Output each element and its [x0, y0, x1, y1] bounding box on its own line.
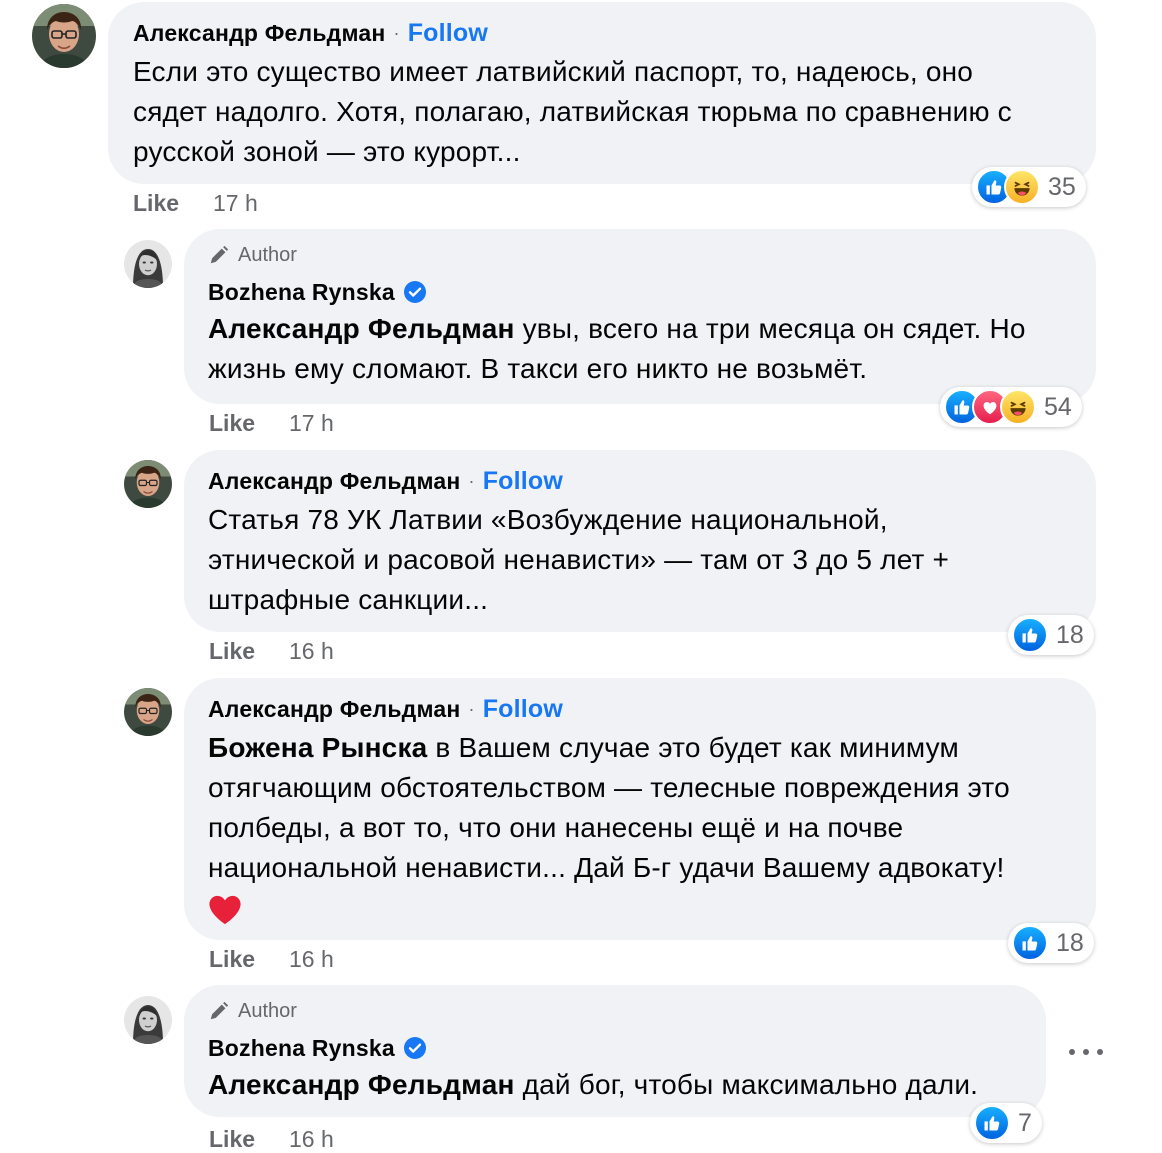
like-button[interactable]: Like: [209, 410, 289, 437]
heart-emoji: [209, 895, 241, 925]
timestamp[interactable]: 16 h: [289, 946, 334, 973]
comment-bubble: Александр Фельдман · Follow Божена Рынск…: [184, 678, 1096, 940]
user-photo-icon: [124, 240, 172, 288]
follow-button[interactable]: Follow: [483, 467, 563, 496]
comment-actions: Like 16 h: [209, 1126, 334, 1153]
comment-text: Александр Фельдман увы, всего на три мес…: [208, 309, 1096, 389]
comment-header: Александр Фельдман · Follow: [208, 464, 1096, 498]
user-photo-icon: [124, 688, 172, 736]
comment-line: Статья 78 УК Латвии «Возбуждение национа…: [208, 504, 888, 535]
timestamp[interactable]: 16 h: [289, 1126, 334, 1153]
comment-text-part: дай бог, чтобы максимально дали.: [514, 1069, 979, 1100]
user-photo-icon: [32, 4, 96, 68]
like-button[interactable]: Like: [209, 638, 289, 665]
comment-actions: Like 17 h: [133, 190, 258, 217]
comment-header: Bozhena Rynska: [208, 1031, 1046, 1065]
like-icon: [974, 1105, 1010, 1141]
comment-text: Александр Фельдман дай бог, чтобы максим…: [208, 1065, 1046, 1105]
comment-actions: Like 17 h: [209, 410, 334, 437]
reaction-count: 18: [1056, 620, 1084, 649]
commenter-name[interactable]: Bozhena Rynska: [208, 279, 395, 306]
separator-dot: ·: [393, 22, 400, 43]
pen-icon: [208, 1000, 230, 1022]
mention-link[interactable]: Александр Фельдман: [208, 1069, 515, 1100]
user-photo-icon: [124, 996, 172, 1044]
comment-line: штрафные санкции...: [208, 584, 489, 615]
timestamp[interactable]: 17 h: [289, 410, 334, 437]
like-button[interactable]: Like: [209, 1126, 289, 1153]
reaction-count: 35: [1048, 172, 1076, 201]
comment-line: полбеды, а вот то, что они нанесены ещё …: [208, 812, 904, 843]
reactions-summary[interactable]: 54: [940, 387, 1082, 427]
commenter-name[interactable]: Bozhena Rynska: [208, 1035, 395, 1062]
pen-icon: [208, 244, 230, 266]
reactions-summary[interactable]: 35: [972, 167, 1086, 207]
avatar[interactable]: [32, 4, 96, 68]
mention-link[interactable]: Божена Рынска: [208, 732, 427, 763]
comment-actions: Like 16 h: [209, 946, 334, 973]
timestamp[interactable]: 16 h: [289, 638, 334, 665]
reactions-summary[interactable]: 18: [1008, 615, 1094, 655]
like-icon: [1012, 617, 1048, 653]
reaction-count: 18: [1056, 928, 1084, 957]
avatar[interactable]: [124, 996, 172, 1044]
verified-badge-icon: [403, 1036, 427, 1060]
comment-line: Александр Фельдман дай бог, чтобы максим…: [208, 1065, 1046, 1105]
separator-dot: ·: [468, 698, 475, 719]
comment-header: Александр Фельдман · Follow: [133, 16, 1096, 50]
comment-text: Статья 78 УК Латвии «Возбуждение национа…: [208, 500, 1096, 620]
reactions-summary[interactable]: 7: [970, 1103, 1042, 1143]
reaction-count: 54: [1044, 392, 1072, 421]
comment-line: Если это существо имеет латвийский паспо…: [133, 56, 974, 87]
follow-button[interactable]: Follow: [483, 695, 563, 724]
comment-text: Если это существо имеет латвийский паспо…: [133, 52, 1096, 172]
like-icon: [1012, 925, 1048, 961]
comment-bubble: Author Bozhena Rynska Александр Фельдман…: [184, 229, 1096, 404]
haha-icon: [1000, 389, 1036, 425]
comment-header: Александр Фельдман · Follow: [208, 692, 1096, 726]
reactions-summary[interactable]: 18: [1008, 923, 1094, 963]
comment-line: Божена Рынска в Вашем случае это будет к…: [208, 728, 1096, 768]
like-button[interactable]: Like: [209, 946, 289, 973]
comment-text-part: увы, всего на три месяца он сядет. Но: [514, 313, 1026, 344]
verified-badge-icon: [403, 280, 427, 304]
more-options-icon[interactable]: [1069, 1042, 1103, 1062]
user-photo-icon: [124, 460, 172, 508]
comment-line: Александр Фельдман увы, всего на три мес…: [208, 309, 1096, 349]
author-badge: Author: [208, 243, 1096, 267]
avatar[interactable]: [124, 688, 172, 736]
author-label: Author: [238, 243, 297, 266]
author-label: Author: [238, 999, 297, 1022]
comment-bubble: Александр Фельдман · Follow Если это сущ…: [108, 2, 1096, 184]
like-button[interactable]: Like: [133, 190, 213, 217]
haha-icon: [1004, 169, 1040, 205]
separator-dot: ·: [468, 470, 475, 491]
comment-line: этнической и расовой ненависти» — там от…: [208, 544, 950, 575]
timestamp[interactable]: 17 h: [213, 190, 258, 217]
comment-text-part: в Вашем случае это будет как минимум: [427, 732, 960, 763]
comment-line: сядет надолго. Хотя, полагаю, латвийская…: [133, 96, 1012, 127]
commenter-name[interactable]: Александр Фельдман: [208, 468, 460, 495]
commenter-name[interactable]: Александр Фельдман: [133, 20, 385, 47]
comment-header: Bozhena Rynska: [208, 275, 1096, 309]
comment-line: жизнь ему сломают. В такси его никто не …: [208, 353, 868, 384]
comment-line: русской зоной — это курорт...: [133, 136, 521, 167]
comment-bubble: Александр Фельдман · Follow Статья 78 УК…: [184, 450, 1096, 632]
commenter-name[interactable]: Александр Фельдман: [208, 696, 460, 723]
comment-line: [208, 888, 1096, 932]
follow-button[interactable]: Follow: [408, 19, 488, 48]
avatar[interactable]: [124, 460, 172, 508]
comment-line: отягчающим обстоятельством — телесные по…: [208, 772, 1010, 803]
comment-bubble: Author Bozhena Rynska Александр Фельдман…: [184, 985, 1046, 1117]
comment-actions: Like 16 h: [209, 638, 334, 665]
comment-line: национальной ненависти... Дай Б-г удачи …: [208, 852, 1005, 883]
author-badge: Author: [208, 999, 1046, 1023]
mention-link[interactable]: Александр Фельдман: [208, 313, 515, 344]
avatar[interactable]: [124, 240, 172, 288]
reaction-count: 7: [1018, 1108, 1032, 1137]
comment-text: Божена Рынска в Вашем случае это будет к…: [208, 728, 1096, 932]
